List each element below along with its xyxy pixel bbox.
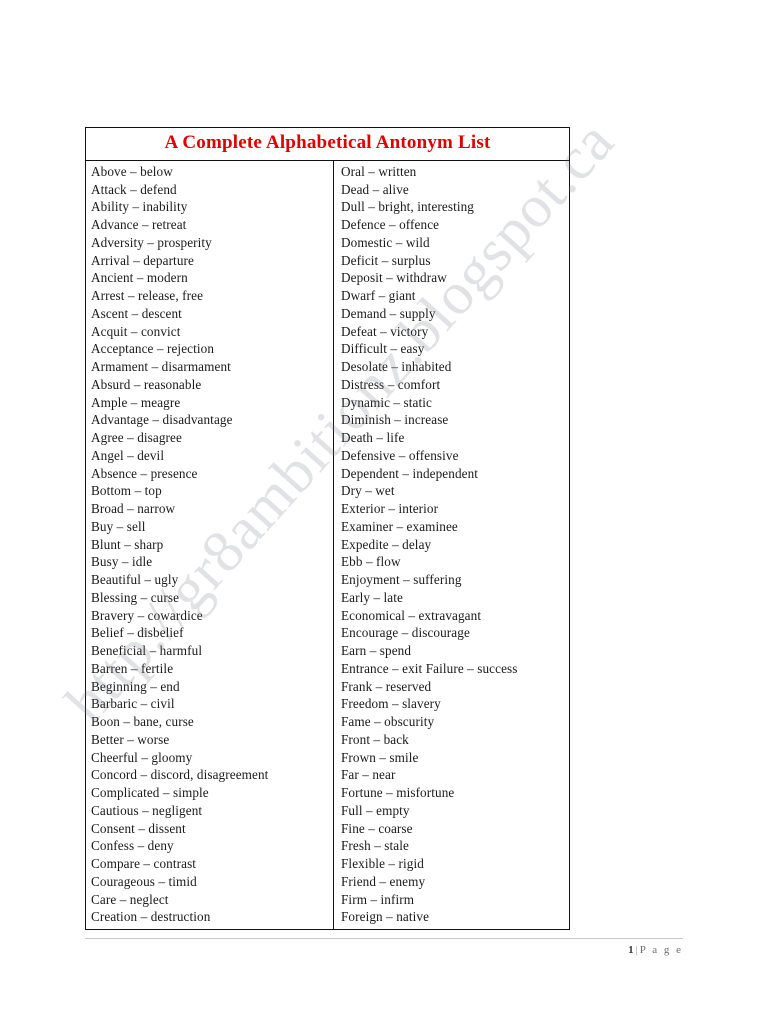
antonym-entry: Beautiful – ugly — [91, 572, 179, 587]
antonym-entry: Difficult – easy — [341, 341, 425, 357]
antonym-entry: Better – worse — [91, 731, 170, 747]
antonym-entry: Belief – disbelief — [91, 625, 184, 641]
antonym-entry: Desolate – inhabited — [341, 359, 452, 374]
antonym-entry: Ability – inability — [91, 199, 188, 215]
antonym-entry: Freedom – slavery — [341, 696, 441, 712]
antonym-entry: Acceptance – rejection — [91, 341, 215, 357]
antonym-entry: Fortune – misfortune — [341, 785, 455, 800]
antonym-entry: Flexible – rigid — [341, 856, 424, 871]
antonym-entry: Defeat – victory — [341, 323, 429, 339]
antonym-entry: Barbaric – civil — [91, 696, 175, 712]
antonym-entry: Dull – bright, interesting — [341, 199, 474, 215]
antonym-entry: Cautious – negligent — [91, 802, 203, 818]
antonym-entry: Fame – obscurity — [341, 714, 435, 729]
antonym-entry: Beneficial – harmful — [91, 643, 203, 658]
antonym-entry: Cheerful – gloomy — [91, 749, 193, 765]
table-body: Above – below Attack – defend Ability – in… — [86, 160, 569, 929]
antonym-entry: Barren – fertile — [91, 660, 174, 676]
antonym-entry: Concord – discord, disagreement — [91, 767, 269, 783]
document-page: http://gr8ambitionz.blogspot.ca A Comple… — [0, 0, 768, 1024]
antonym-entry: Defensive – offensive — [341, 447, 459, 463]
antonym-entry: Complicated – simple — [91, 785, 209, 800]
antonym-entry: Dry – wet — [341, 483, 395, 499]
page-footer: 1|P a g e — [85, 938, 683, 956]
antonym-entry: Blunt – sharp — [91, 536, 164, 552]
antonym-entry: Absurd – reasonable — [91, 376, 202, 392]
antonym-entry: Foreign – native — [341, 909, 430, 925]
antonym-entry: Busy – idle — [91, 554, 153, 570]
antonym-entry: Frank – reserved — [341, 678, 432, 694]
antonym-entry: Demand – supply — [341, 305, 436, 321]
antonym-entry: Advantage – disadvantage — [91, 412, 233, 428]
antonym-entry: Ebb – flow — [341, 554, 401, 570]
antonym-entry: Far – near — [341, 767, 396, 783]
antonym-entry: Ample – meagre — [91, 394, 181, 410]
antonym-entry: Friend – enemy — [341, 873, 426, 889]
antonym-table: A Complete Alphabetical Antonym List Abo… — [85, 127, 570, 930]
antonym-entry: Entrance – exit Failure – success — [341, 660, 518, 676]
antonym-entry: Bottom – top — [91, 483, 162, 499]
antonym-entry: Deposit – withdraw — [341, 270, 447, 286]
antonym-entry: Exterior – interior — [341, 501, 439, 516]
antonym-column-right: Oral – written Dead – alive Dull – bright,… — [334, 161, 568, 929]
footer-page-number: 1 — [628, 944, 636, 956]
antonym-entry: Fine – coarse — [341, 820, 413, 836]
antonym-entry: Angel – devil — [91, 447, 165, 463]
antonym-entry: Front – back — [341, 731, 409, 747]
antonym-entry: Earn – spend — [341, 643, 412, 658]
antonym-entry: Buy – sell — [91, 518, 146, 534]
antonym-entry: Early – late — [341, 589, 403, 605]
antonym-entry: Arrest – release, free — [91, 288, 204, 303]
antonym-entry: Attack – defend — [91, 181, 177, 197]
antonym-entry: Advance – retreat — [91, 217, 187, 232]
antonym-entry: Fresh – stale — [341, 838, 409, 854]
antonym-entry: Diminish – increase — [341, 412, 449, 428]
antonym-entry: Above – below — [91, 163, 173, 179]
antonym-entry: Dependent – independent — [341, 465, 479, 481]
antonym-entry: Ascent – descent — [91, 305, 182, 321]
antonym-entry: Domestic – wild — [341, 234, 430, 250]
antonym-entry: Ancient – modern — [91, 270, 188, 286]
antonym-entry: Acquit – convict — [91, 323, 181, 339]
antonym-entry: Compare – contrast — [91, 856, 197, 871]
antonym-entry: Economical – extravagant — [341, 607, 482, 623]
antonym-entry: Creation – destruction — [91, 909, 211, 925]
antonym-entry: Firm – infirm — [341, 891, 415, 907]
antonym-entry: Arrival – departure — [91, 252, 194, 268]
antonym-entry: Dwarf – giant — [341, 288, 416, 303]
footer-text: 1|P a g e — [85, 939, 683, 956]
antonym-entry: Beginning – end — [91, 678, 180, 694]
footer-page-label: P a g e — [639, 944, 683, 956]
antonym-entry: Expedite – delay — [341, 536, 432, 552]
antonym-entry: Boon – bane, curse — [91, 714, 194, 729]
antonym-entry: Blessing – curse — [91, 589, 180, 605]
table-header-row: A Complete Alphabetical Antonym List — [86, 128, 569, 161]
antonym-entry: Death – life — [341, 430, 405, 445]
antonym-entry: Defence – offence — [341, 217, 440, 232]
antonym-entry: Oral – written — [341, 163, 417, 179]
antonym-entry: Frown – smile — [341, 749, 419, 765]
antonym-entry: Deficit – surplus — [341, 252, 431, 268]
antonym-entry: Care – neglect — [91, 891, 169, 907]
page-title: A Complete Alphabetical Antonym List — [164, 132, 491, 153]
antonym-entry: Examiner – examinee — [341, 518, 458, 534]
antonym-entry: Dead – alive — [341, 181, 409, 197]
antonym-entry: Courageous – timid — [91, 873, 197, 889]
antonym-entry: Adversity – prosperity — [91, 234, 212, 250]
antonym-entry: Encourage – discourage — [341, 625, 470, 641]
antonym-entry: Enjoyment – suffering — [341, 572, 462, 587]
antonym-entry: Consent – dissent — [91, 820, 186, 836]
antonym-entry: Armament – disarmament — [91, 359, 231, 374]
antonym-entry: Dynamic – static — [341, 394, 432, 410]
antonym-entry: Absence – presence — [91, 465, 198, 481]
antonym-entry: Full – empty — [341, 802, 410, 818]
antonym-column-left: Above – below Attack – defend Ability – in… — [86, 160, 334, 929]
antonym-entry: Broad – narrow — [91, 501, 176, 516]
antonym-entry: Bravery – cowardice — [91, 607, 203, 623]
antonym-entry: Agree – disagree — [91, 430, 182, 445]
antonym-entry: Confess – deny — [91, 838, 174, 854]
antonym-entry: Distress – comfort — [341, 376, 441, 392]
